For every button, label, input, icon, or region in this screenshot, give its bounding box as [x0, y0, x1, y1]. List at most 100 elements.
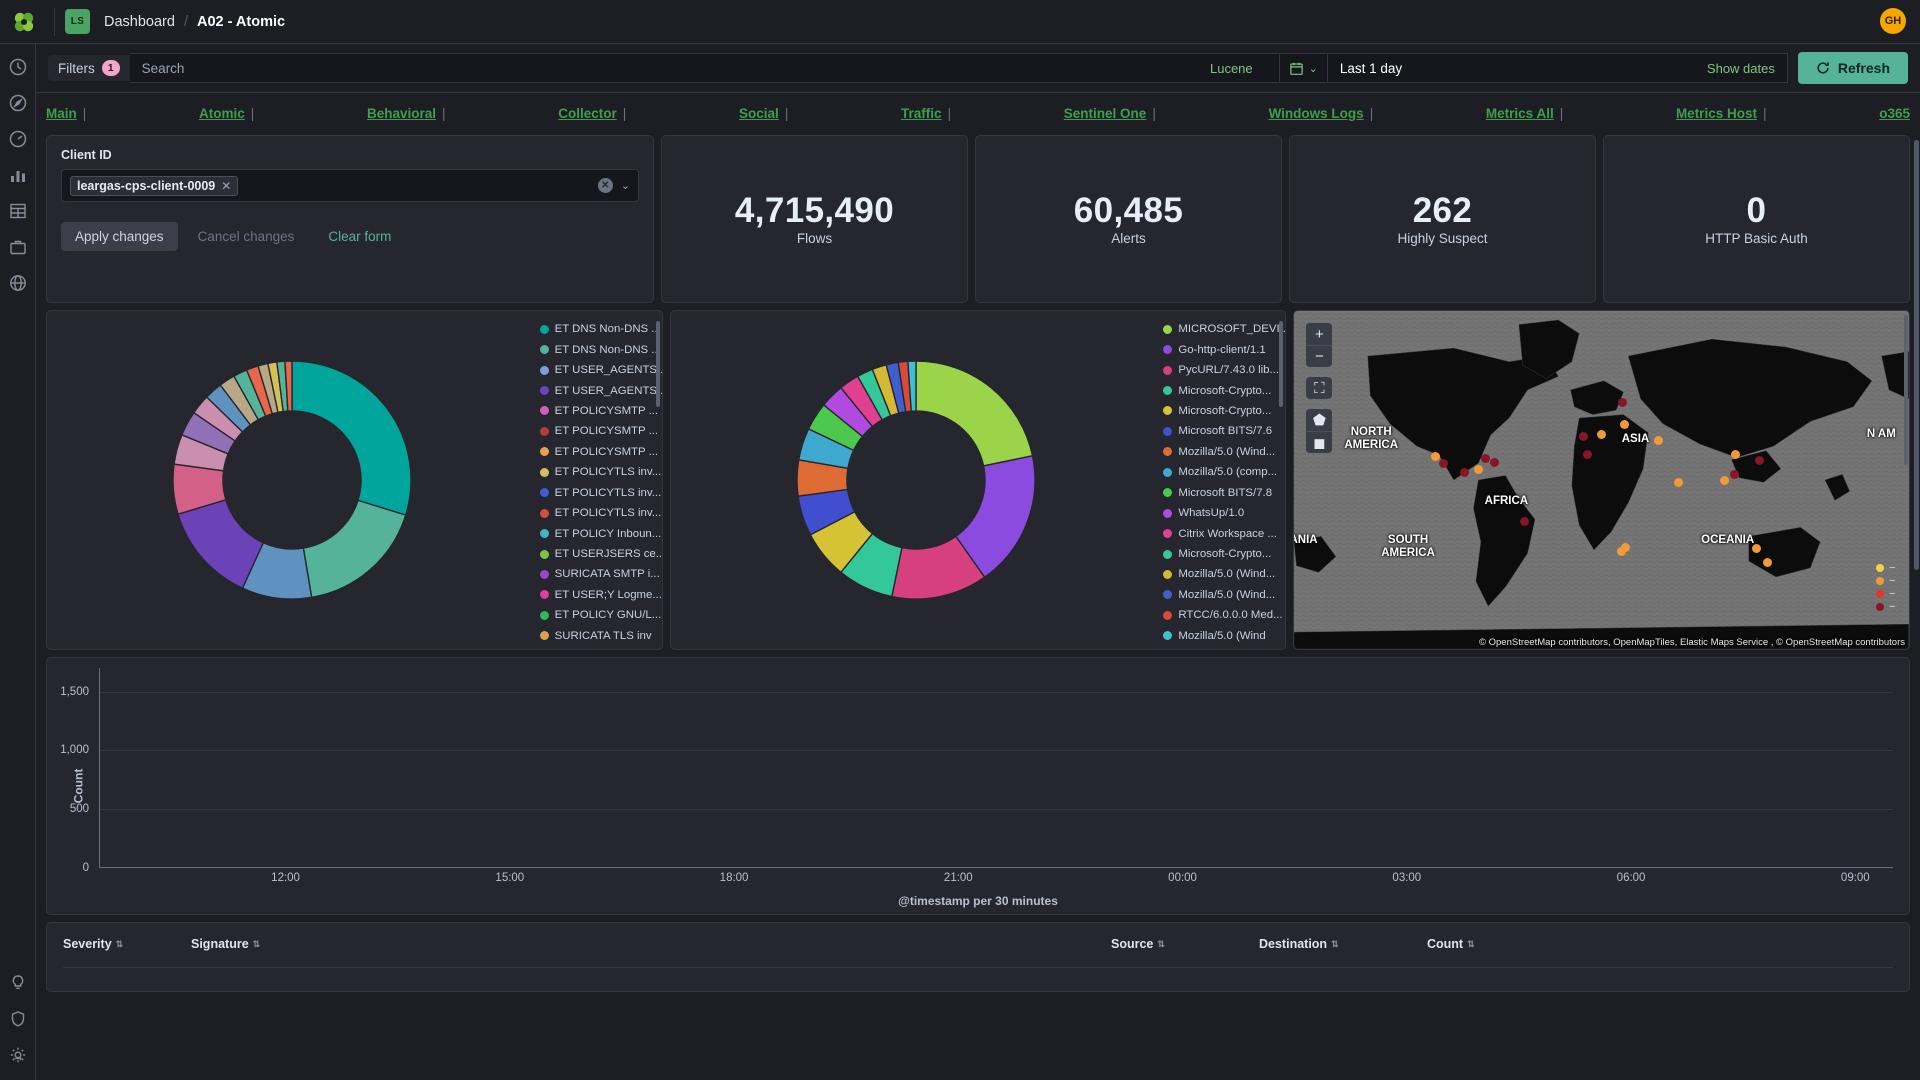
- map-data-point[interactable]: [1617, 398, 1627, 408]
- nav-link-main[interactable]: Main: [46, 106, 77, 121]
- legend-item[interactable]: ET POLICYSMTP ...: [539, 443, 662, 461]
- map-data-point[interactable]: [1620, 542, 1630, 552]
- stacked-bars[interactable]: [99, 668, 1893, 868]
- map-data-point[interactable]: [1673, 477, 1683, 487]
- histogram-plot[interactable]: 0 500 1,000 1,500: [60, 668, 1893, 874]
- legend-item[interactable]: ET USER_AGENTS...: [539, 381, 662, 399]
- nav-link-behavioral[interactable]: Behavioral: [367, 106, 436, 121]
- date-quick-select-button[interactable]: ⌄: [1279, 53, 1328, 83]
- legend-item[interactable]: ET POLICYTLS inv...: [539, 463, 662, 481]
- legend-scrollbar[interactable]: [1279, 321, 1284, 407]
- sort-icon[interactable]: ⇅: [1331, 939, 1339, 949]
- legend-item[interactable]: MICROSOFT_DEVI...: [1163, 320, 1285, 338]
- compass-icon[interactable]: [7, 92, 29, 114]
- donut-slice[interactable]: [302, 499, 407, 599]
- legend-item[interactable]: SURICATA SMTP i...: [539, 565, 662, 583]
- nav-link-o365[interactable]: o365: [1879, 106, 1910, 121]
- selected-token[interactable]: leargas-cps-client-0009 ✕: [70, 175, 239, 196]
- nav-link-metrics-host[interactable]: Metrics Host: [1676, 106, 1757, 121]
- table-column-header-severity[interactable]: Severity ⇅: [63, 937, 191, 951]
- donut-legend-user-agents[interactable]: MICROSOFT_DEVI... Go-http-client/1.1 PycUR…: [1161, 311, 1285, 649]
- globe-map-icon[interactable]: [7, 272, 29, 294]
- map-data-point[interactable]: [1480, 454, 1490, 464]
- nav-link-windows-logs[interactable]: Windows Logs: [1269, 106, 1364, 121]
- map-data-point[interactable]: [1519, 516, 1529, 526]
- page-scrollbar[interactable]: [1914, 140, 1919, 570]
- zoom-out-icon[interactable]: −: [1306, 345, 1333, 367]
- table-column-header-count[interactable]: Count ⇅: [1427, 937, 1475, 951]
- legend-item[interactable]: Microsoft BITS/7.8: [1163, 484, 1285, 502]
- table-column-header-signature[interactable]: Signature ⇅: [191, 937, 1111, 951]
- legend-item[interactable]: Mozilla/5.0 (Wind...: [1163, 443, 1285, 461]
- legend-scrollbar[interactable]: [655, 321, 660, 407]
- map-data-point[interactable]: [1619, 419, 1629, 429]
- cancel-changes-button[interactable]: Cancel changes: [184, 222, 309, 251]
- apply-changes-button[interactable]: Apply changes: [61, 222, 178, 251]
- legend-item[interactable]: ET DNS Non-DNS ...: [539, 340, 662, 358]
- table-column-header-source[interactable]: Source ⇅: [1111, 937, 1259, 951]
- map-data-point[interactable]: [1653, 436, 1663, 446]
- sort-icon[interactable]: ⇅: [253, 939, 261, 949]
- sort-icon[interactable]: ⇅: [1157, 939, 1165, 949]
- space-badge[interactable]: LS: [65, 9, 90, 34]
- show-dates-button[interactable]: Show dates: [1707, 61, 1775, 76]
- legend-item[interactable]: PycURL/7.43.0 lib...: [1163, 361, 1285, 379]
- map-data-point[interactable]: [1578, 432, 1588, 441]
- legend-item[interactable]: ET POLICYSMTP ...: [539, 422, 662, 440]
- legend-item[interactable]: Microsoft BITS/7.6: [1163, 422, 1285, 440]
- legend-item[interactable]: ET USERJSERS ce...: [539, 545, 662, 563]
- legend-item[interactable]: ET POLICY GNU/L...: [539, 606, 662, 624]
- legend-item[interactable]: ET USER_AGENTS...: [539, 361, 662, 379]
- clear-selection-icon[interactable]: ✕: [597, 178, 613, 193]
- shield-check-icon[interactable]: [7, 1008, 29, 1030]
- legend-item[interactable]: SURICATA TLS inv: [539, 627, 662, 645]
- legend-item[interactable]: RTCC/6.0.0.0 Med...: [1163, 606, 1285, 624]
- chevron-down-icon[interactable]: ⌄: [621, 179, 630, 192]
- legend-item[interactable]: WhatsUp/1.0: [1163, 504, 1285, 522]
- donut-chart-signatures[interactable]: [47, 311, 538, 649]
- clover-logo-icon[interactable]: [4, 10, 44, 34]
- analytics-bar-icon[interactable]: [7, 164, 29, 186]
- draw-box-icon[interactable]: ◼: [1306, 431, 1333, 453]
- sort-icon[interactable]: ⇅: [1467, 939, 1475, 949]
- client-id-combobox[interactable]: leargas-cps-client-0009 ✕ ✕ ⌄: [61, 169, 639, 202]
- clear-form-button[interactable]: Clear form: [314, 222, 405, 251]
- nav-link-atomic[interactable]: Atomic: [199, 106, 245, 121]
- donut-chart-user-agents[interactable]: [671, 311, 1162, 649]
- lightbulb-icon[interactable]: [7, 972, 29, 994]
- table-column-header-destination[interactable]: Destination ⇅: [1259, 937, 1427, 951]
- briefcase-icon[interactable]: [7, 236, 29, 258]
- legend-item[interactable]: ET USER;Y Logme...: [539, 586, 662, 604]
- map-scrollbar[interactable]: [1904, 315, 1909, 465]
- legend-item[interactable]: Mozilla/5.0 (Wind: [1163, 627, 1285, 645]
- map-data-point[interactable]: [1582, 449, 1592, 459]
- legend-item[interactable]: ET DNS Non-DNS ...: [539, 320, 662, 338]
- donut-slice[interactable]: [291, 361, 412, 517]
- legend-item[interactable]: ET POLICYTLS inv...: [539, 504, 662, 522]
- legend-item[interactable]: Mozilla/5.0 (comp...: [1163, 463, 1285, 481]
- breadcrumb-dashboard[interactable]: Dashboard: [104, 14, 175, 30]
- map-data-point[interactable]: [1730, 469, 1740, 479]
- fit-bounds-icon[interactable]: ⛶: [1306, 377, 1333, 399]
- map-data-point[interactable]: [1489, 457, 1499, 467]
- query-language-button[interactable]: Lucene: [1210, 61, 1267, 76]
- draw-polygon-icon[interactable]: ⬟: [1306, 409, 1333, 431]
- donut-legend-signatures[interactable]: ET DNS Non-DNS ... ET DNS Non-DNS ... ET U…: [538, 311, 662, 649]
- legend-item[interactable]: ET POLICYTLS inv...: [539, 484, 662, 502]
- legend-item[interactable]: Go-http-client/1.1: [1163, 340, 1285, 358]
- refresh-button[interactable]: Refresh: [1797, 52, 1908, 84]
- zoom-in-icon[interactable]: +: [1306, 323, 1333, 345]
- legend-item[interactable]: Mozilla/5.0 (Wind...: [1163, 565, 1285, 583]
- legend-item[interactable]: Microsoft-Crypto...: [1163, 545, 1285, 563]
- map-panel[interactable]: + − ⛶ ⬟ ◼ NORTH AMERICA SOUTH AMERICA AFRI…: [1293, 310, 1911, 650]
- nav-link-traffic[interactable]: Traffic: [901, 106, 942, 121]
- sort-icon[interactable]: ⇅: [116, 939, 124, 949]
- legend-item[interactable]: Microsoft-Crypto...: [1163, 402, 1285, 420]
- legend-item[interactable]: Citrix Workspace ...: [1163, 524, 1285, 542]
- filters-button[interactable]: Filters 1: [48, 55, 130, 81]
- recent-clock-icon[interactable]: [7, 56, 29, 78]
- nav-link-collector[interactable]: Collector: [558, 106, 617, 121]
- donut-slice[interactable]: [915, 361, 1034, 467]
- legend-item[interactable]: ET POLICY Inboun...: [539, 524, 662, 542]
- map-data-point[interactable]: [1459, 468, 1469, 478]
